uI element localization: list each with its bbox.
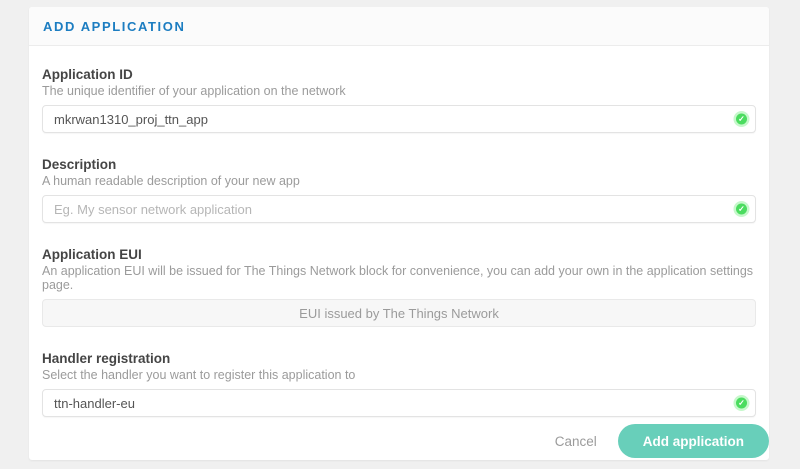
field-application-eui: Application EUI An application EUI will … (42, 247, 756, 327)
handler-registration-help: Select the handler you want to register … (42, 368, 756, 382)
handler-registration-input-wrap: ✓ (42, 389, 756, 417)
add-application-button[interactable]: Add application (618, 424, 769, 458)
field-application-id: Application ID The unique identifier of … (42, 67, 756, 133)
application-id-help: The unique identifier of your applicatio… (42, 84, 756, 98)
handler-registration-input[interactable] (42, 389, 756, 417)
field-description: Description A human readable description… (42, 157, 756, 223)
application-eui-help: An application EUI will be issued for Th… (42, 264, 756, 292)
application-eui-input (42, 299, 756, 327)
description-label: Description (42, 157, 756, 172)
field-handler-registration: Handler registration Select the handler … (42, 351, 756, 417)
application-eui-input-wrap (42, 299, 756, 327)
application-eui-label: Application EUI (42, 247, 756, 262)
description-input-wrap: ✓ (42, 195, 756, 223)
card-header: ADD APPLICATION (29, 7, 769, 46)
footer-actions: Cancel Add application (29, 424, 769, 458)
description-help: A human readable description of your new… (42, 174, 756, 188)
valid-check-icon: ✓ (736, 398, 747, 409)
application-id-input[interactable] (42, 105, 756, 133)
application-id-label: Application ID (42, 67, 756, 82)
description-input[interactable] (42, 195, 756, 223)
cancel-button[interactable]: Cancel (555, 434, 597, 449)
add-application-card: ADD APPLICATION Application ID The uniqu… (29, 7, 769, 460)
page-title: ADD APPLICATION (43, 19, 755, 34)
valid-check-icon: ✓ (736, 114, 747, 125)
handler-registration-label: Handler registration (42, 351, 756, 366)
application-id-input-wrap: ✓ (42, 105, 756, 133)
card-body: Application ID The unique identifier of … (29, 46, 769, 460)
valid-check-icon: ✓ (736, 204, 747, 215)
